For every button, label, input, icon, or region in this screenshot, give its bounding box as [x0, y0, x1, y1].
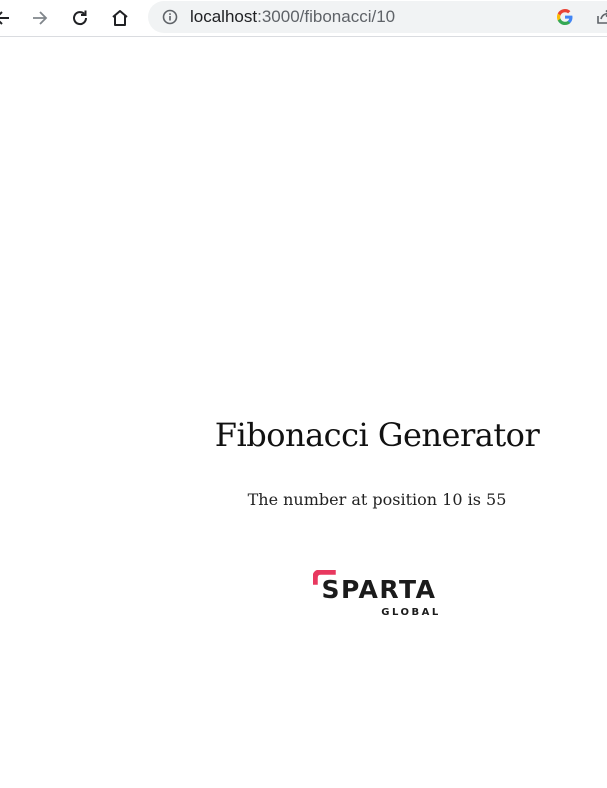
forward-arrow-icon — [33, 11, 48, 25]
url-path: :3000/fibonacci/10 — [257, 7, 396, 26]
home-icon — [112, 10, 128, 26]
page-content: Fibonacci Generator The number at positi… — [0, 37, 607, 788]
sparta-global-logo: SPARTA GLOBAL — [313, 570, 440, 618]
forward-button[interactable] — [26, 4, 54, 32]
logo-sub-text: GLOBAL — [381, 607, 440, 618]
url-text[interactable]: localhost:3000/fibonacci/10 — [190, 7, 395, 27]
browser-toolbar: localhost:3000/fibonacci/10 — [0, 0, 607, 37]
url-host: localhost — [190, 7, 258, 26]
home-button[interactable] — [106, 4, 134, 32]
back-arrow-icon — [0, 11, 9, 25]
reload-icon — [73, 10, 88, 26]
google-icon[interactable] — [556, 8, 574, 26]
logo-main-text: SPARTA — [322, 575, 437, 604]
info-icon[interactable] — [162, 9, 178, 25]
page-title: Fibonacci Generator — [214, 416, 540, 454]
back-button[interactable] — [0, 4, 16, 32]
reload-button[interactable] — [66, 4, 94, 32]
address-bar[interactable]: localhost:3000/fibonacci/10 — [148, 1, 607, 33]
share-icon[interactable] — [595, 8, 607, 26]
fibonacci-result: The number at position 10 is 55 — [247, 490, 507, 509]
